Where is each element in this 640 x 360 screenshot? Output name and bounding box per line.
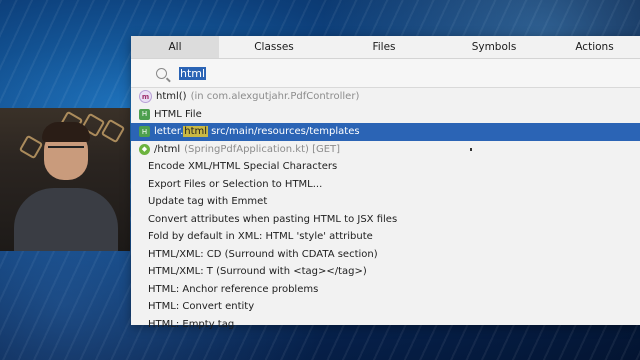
result-name: html() — [156, 91, 187, 103]
tab-all[interactable]: All — [131, 36, 219, 58]
html-file-icon: H — [139, 126, 150, 138]
action-label: HTML: Convert entity — [148, 301, 255, 313]
results-list: m html() (in com.alexgutjahr.PdfControll… — [131, 88, 640, 333]
mouse-cursor — [470, 148, 472, 151]
tab-bar: All Classes Files Symbols Actions — [131, 36, 640, 59]
list-item[interactable]: H HTML File — [131, 106, 640, 124]
action-item[interactable]: Export Files or Selection to HTML... — [131, 176, 640, 194]
result-detail: (SpringPdfApplication.kt) [GET] — [184, 143, 341, 155]
html-file-icon: H — [139, 108, 150, 120]
action-item[interactable]: Update tag with Emmet — [131, 193, 640, 211]
result-path: src/main/resources/templates — [211, 126, 360, 138]
action-item[interactable]: HTML: Convert entity — [131, 298, 640, 316]
tab-actions[interactable]: Actions — [549, 36, 640, 58]
action-item[interactable]: Convert attributes when pasting HTML to … — [131, 211, 640, 229]
action-label: HTML: Anchor reference problems — [148, 283, 319, 295]
action-item[interactable]: HTML: Anchor reference problems — [131, 281, 640, 299]
action-item[interactable]: HTML/XML: T (Surround with <tag></tag>) — [131, 263, 640, 281]
tab-classes[interactable]: Classes — [219, 36, 329, 58]
glasses — [48, 146, 84, 156]
search-icon — [156, 67, 167, 79]
action-label: HTML/XML: T (Surround with <tag></tag>) — [148, 266, 367, 278]
result-detail: (in com.alexgutjahr.PdfController) — [190, 91, 360, 103]
search-input[interactable]: html — [179, 66, 479, 80]
result-name-prefix: letter. — [154, 126, 184, 138]
list-item[interactable]: m html() (in com.alexgutjahr.PdfControll… — [131, 88, 640, 106]
list-item-selected[interactable]: H letter. html src/main/resources/templat… — [131, 123, 640, 141]
search-query-selected: html — [179, 66, 207, 80]
search-row: html — [131, 59, 640, 88]
tab-files[interactable]: Files — [329, 36, 439, 58]
action-item[interactable]: HTML: Empty tag — [131, 316, 640, 334]
person-body — [14, 188, 118, 251]
action-label: Update tag with Emmet — [148, 196, 268, 208]
list-item[interactable]: ◆ /html (SpringPdfApplication.kt) [GET] — [131, 141, 640, 159]
action-item[interactable]: Fold by default in XML: HTML 'style' att… — [131, 228, 640, 246]
search-everywhere-popup: All Classes Files Symbols Actions html m… — [131, 36, 640, 330]
action-label: Encode XML/HTML Special Characters — [148, 161, 338, 173]
result-name: HTML File — [154, 108, 202, 120]
action-label: HTML: Empty tag — [148, 318, 235, 330]
method-icon: m — [139, 90, 152, 104]
person-hair — [42, 122, 90, 142]
webcam-overlay — [0, 108, 130, 251]
action-label: Export Files or Selection to HTML... — [148, 178, 323, 190]
result-name-match: html — [183, 126, 209, 138]
action-label: Convert attributes when pasting HTML to … — [148, 213, 398, 225]
tab-symbols[interactable]: Symbols — [439, 36, 549, 58]
action-item[interactable]: Encode XML/HTML Special Characters — [131, 158, 640, 176]
result-name: /html — [154, 143, 181, 155]
spring-endpoint-icon: ◆ — [139, 143, 150, 155]
hexagon-decor — [18, 134, 44, 160]
action-label: HTML/XML: CD (Surround with CDATA sectio… — [148, 248, 378, 260]
action-label: Fold by default in XML: HTML 'style' att… — [148, 231, 373, 243]
action-item[interactable]: HTML/XML: CD (Surround with CDATA sectio… — [131, 246, 640, 264]
